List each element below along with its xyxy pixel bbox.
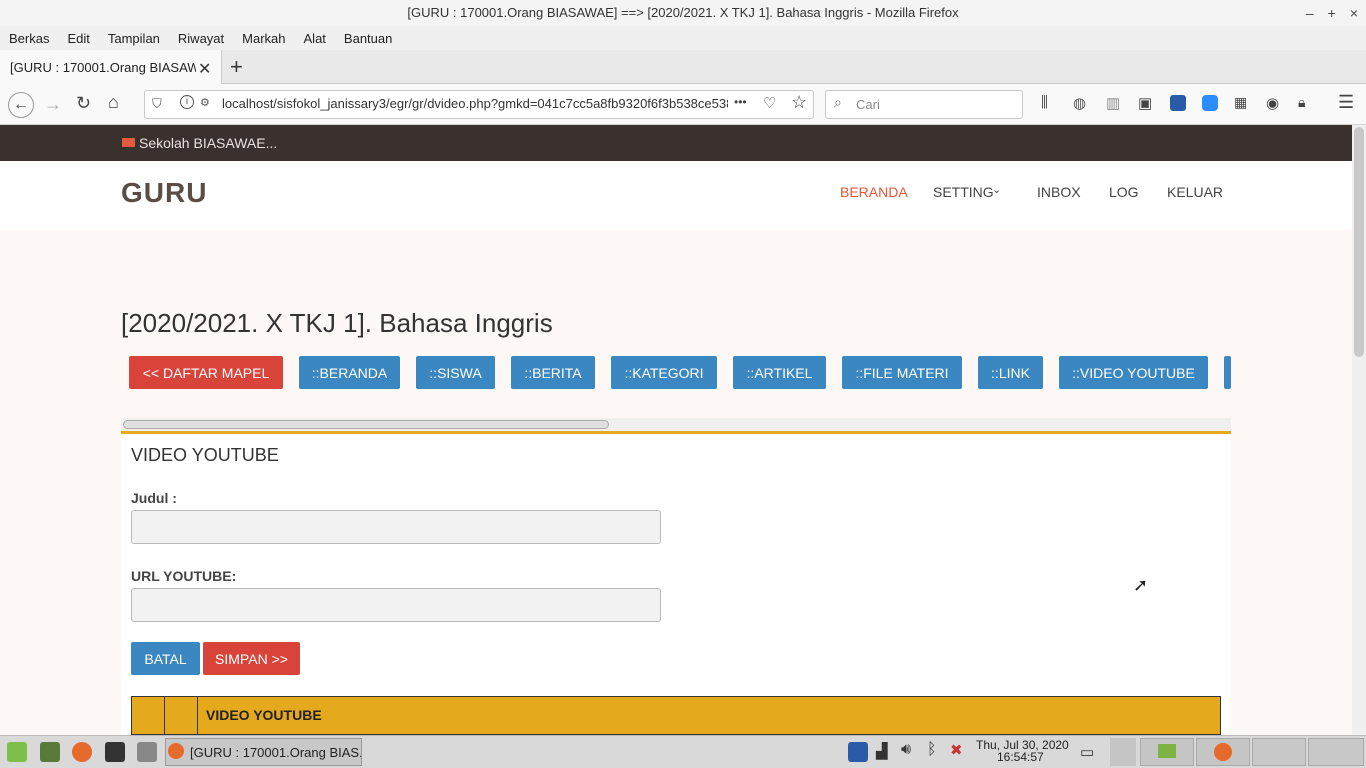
chevron-down-icon: ⌄ [992,184,1002,196]
pocket-icon[interactable]: ♡ [763,94,776,112]
workspace-icon[interactable] [1110,738,1136,766]
firefox-launcher-icon[interactable] [72,742,92,762]
next-button-partial[interactable] [1224,356,1231,389]
extension-globe-icon[interactable]: ◍ [1073,94,1086,112]
bluetooth-tray-icon[interactable] [848,742,868,762]
menu-markah[interactable]: Markah [237,31,290,46]
update-manager-icon[interactable]: ✖ [950,741,963,759]
batal-button[interactable]: BATAL [131,642,200,675]
tab-title: [GURU : 170001.Orang BIASAWAE] ==> [2020… [10,59,196,75]
envelope-icon [122,138,135,147]
horizontal-scroll-thumb[interactable] [123,420,609,429]
download-icon[interactable] [1170,95,1186,111]
taskbar-window-item[interactable]: [GURU : 170001.Orang BIAS... [165,738,362,766]
account-icon[interactable]: ◉ [1266,94,1279,112]
clock[interactable]: Thu, Jul 30, 2020 16:54:57 [976,739,1069,763]
tracking-shield-icon[interactable]: ⛉ [152,96,162,112]
zoom-extension-icon[interactable] [1202,95,1218,111]
window-controls: – + × [1306,0,1358,26]
artikel-button[interactable]: ::ARTIKEL [733,356,826,389]
files-launcher-icon[interactable] [137,742,157,762]
nav-setting[interactable]: SETTING [933,184,994,200]
menu-alat[interactable]: Alat [299,31,331,46]
page-actions-icon[interactable]: ••• [734,95,747,109]
menu-tampilan[interactable]: Tampilan [103,31,165,46]
reload-icon[interactable]: ↻ [76,93,91,114]
browser-tab[interactable]: [GURU : 170001.Orang BIASAWAE] ==> [2020… [0,50,222,84]
siswa-button[interactable]: ::SISWA [416,356,495,389]
network-icon[interactable]: ▟ [876,742,888,760]
maximize-icon[interactable]: + [1328,5,1336,21]
url-youtube-input[interactable] [131,588,661,622]
judul-input[interactable] [131,510,661,544]
url-youtube-label: URL YOUTUBE: [131,568,237,584]
link-button[interactable]: ::LINK [978,356,1043,389]
search-box[interactable] [825,90,1023,119]
info-icon[interactable]: i [180,95,194,109]
nav-keluar[interactable]: KELUAR [1167,184,1223,200]
forward-icon[interactable]: → [44,94,62,115]
tab-close-icon[interactable]: ✕ [198,59,211,79]
firefox-small-icon [1214,743,1232,761]
workspace-4-icon[interactable] [1308,738,1364,766]
judul-label: Judul : [131,490,177,506]
kategori-button[interactable]: ::KATEGORI [611,356,717,389]
berita-button[interactable]: ::BERITA [511,356,595,389]
page-scroll-thumb[interactable] [1354,127,1364,357]
new-tab-icon[interactable]: + [230,54,243,80]
panel-title: VIDEO YOUTUBE [131,445,279,465]
menu-berkas[interactable]: Berkas [4,31,54,46]
battery-icon[interactable]: ▭ [1080,743,1094,761]
mouse-cursor-icon: ➚ [1133,575,1149,595]
search-input[interactable]: Cari [856,97,880,112]
daftar-mapel-button[interactable]: << DAFTAR MAPEL [129,356,283,389]
school-name: Sekolah BIASAWAE... [139,135,278,151]
lock-icon[interactable]: 🔒︎ [1298,94,1305,111]
window-title-bar: [GURU : 170001.Orang BIASAWAE] ==> [2020… [0,0,1366,26]
mint-menu-icon[interactable] [7,742,27,762]
simpan-button[interactable]: SIMPAN >> [203,642,300,675]
page-title: [2020/2021. X TKJ 1]. Bahasa Inggris [121,308,553,338]
show-desktop-icon[interactable] [40,742,60,762]
firefox-icon [168,743,184,759]
clock-time: 16:54:57 [997,750,1044,764]
close-icon[interactable]: × [1350,5,1358,21]
url-text[interactable]: localhost/sisfokol_janissary3/egr/gr/dvi… [222,96,728,111]
volume-icon[interactable]: 🔊︎ [901,741,911,759]
table-header-cell [165,696,198,735]
video-panel [121,431,1231,735]
file-materi-button[interactable]: ::FILE MATERI [842,356,962,389]
hamburger-menu-icon[interactable]: ☰ [1338,92,1354,113]
library-icon[interactable]: ⫼ [1041,94,1048,111]
site-brand[interactable]: GURU [121,177,207,209]
terminal-icon[interactable] [105,742,125,762]
menu-riwayat[interactable]: Riwayat [173,31,229,46]
nav-beranda[interactable]: BERANDA [840,184,908,200]
table-header-cell [131,696,165,735]
permissions-icon[interactable]: ⚙ [200,96,210,109]
menu-bantuan[interactable]: Bantuan [339,31,397,46]
sidebar-icon[interactable]: ▣ [1138,94,1152,112]
table-header-title: VIDEO YOUTUBE [206,707,322,723]
workspace-3-icon[interactable] [1252,738,1306,766]
minimize-icon[interactable]: – [1306,5,1314,21]
nav-log[interactable]: LOG [1109,184,1139,200]
search-icon: ⌕ [834,94,842,110]
bookmark-star-icon[interactable]: ☆ [791,92,807,113]
folder-icon [1158,744,1176,758]
bluetooth-icon[interactable]: ᛒ [927,741,937,759]
window-title: [GURU : 170001.Orang BIASAWAE] ==> [2020… [407,5,959,20]
home-icon[interactable]: ⌂ [108,92,119,113]
menu-bar: Berkas Edit Tampilan Riwayat Markah Alat… [0,26,1366,50]
qr-code-icon[interactable]: ▦ [1234,94,1247,111]
extension-reader-icon[interactable]: ▥ [1106,94,1120,112]
video-youtube-button[interactable]: ::VIDEO YOUTUBE [1059,356,1208,389]
back-icon[interactable]: ← [8,92,34,118]
taskbar-window-title: [GURU : 170001.Orang BIAS... [190,744,362,760]
beranda-button[interactable]: ::BERANDA [299,356,400,389]
menu-edit[interactable]: Edit [62,31,94,46]
nav-inbox[interactable]: INBOX [1037,184,1081,200]
